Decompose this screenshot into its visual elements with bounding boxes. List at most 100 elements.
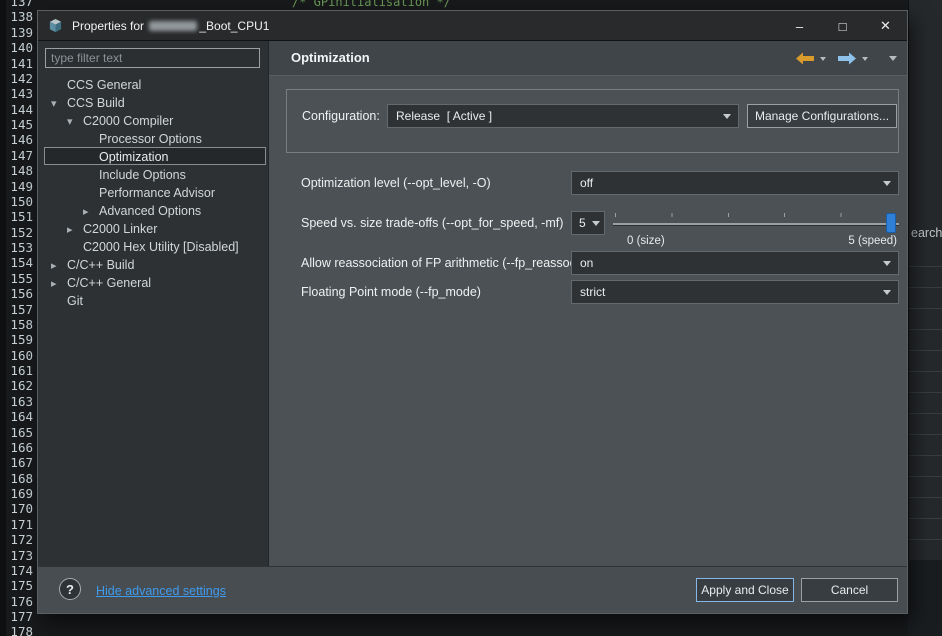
filter-input[interactable] xyxy=(45,48,260,68)
line-number: 174 xyxy=(10,562,33,578)
chevron-down-icon xyxy=(883,290,891,295)
screen: 137 138 139 140 141 142 143 144 145 146 147 148 149 1… xyxy=(0,0,942,636)
fp-mode-label: Floating Point mode (--fp_mode) xyxy=(301,285,481,299)
line-number: 177 xyxy=(10,609,33,624)
speed-size-row: Speed vs. size trade-offs (--opt_for_spe… xyxy=(269,211,907,235)
line-number: 142 xyxy=(10,70,33,86)
properties-tree: CCS General ▾ CCS Build ▾ C2000 Compiler Proc… xyxy=(44,75,266,309)
slider-ticks xyxy=(615,213,897,217)
tree-item-label: C2000 Compiler xyxy=(83,114,174,128)
tree-item-c2000-hex-utility-disabled[interactable]: C2000 Hex Utility [Disabled] xyxy=(44,237,266,255)
apply-and-close-button[interactable]: Apply and Close xyxy=(696,578,794,602)
background-right-rows xyxy=(909,246,942,558)
collapsed-arrow-icon[interactable]: ▸ xyxy=(83,203,99,221)
tree-item-ccs-build[interactable]: ▾ CCS Build xyxy=(44,93,266,111)
tree-item-label: Include Options xyxy=(99,168,186,182)
fp-reassoc-label: Allow reassociation of FP arithmetic (--… xyxy=(301,256,581,270)
line-number: 160 xyxy=(10,347,33,363)
window-controls: – □ ✕ xyxy=(778,11,907,41)
line-number: 138 xyxy=(10,9,33,25)
help-button[interactable]: ? xyxy=(59,578,81,600)
optimization-level-select[interactable]: off xyxy=(571,171,899,195)
dialog-title: Properties for _Boot_CPU1 xyxy=(72,18,270,33)
line-number: 140 xyxy=(10,40,33,56)
speed-size-select[interactable]: 5 xyxy=(571,211,605,235)
back-history-dropdown-icon[interactable] xyxy=(820,56,826,61)
line-number: 178 xyxy=(10,624,33,636)
tree-item-c2000-compiler[interactable]: ▾ C2000 Compiler xyxy=(44,111,266,129)
slider-scale-labels: 0 (size) 5 (speed) xyxy=(613,235,897,249)
forward-history-dropdown-icon[interactable] xyxy=(862,56,868,61)
line-number: 156 xyxy=(10,286,33,302)
line-number: 155 xyxy=(10,270,33,286)
tree-item-optimization[interactable]: Optimization xyxy=(44,147,266,165)
slider-handle[interactable] xyxy=(886,213,896,233)
line-number: 168 xyxy=(10,470,33,486)
forward-button[interactable] xyxy=(837,52,857,65)
manage-configurations-button[interactable]: Manage Configurations... xyxy=(747,104,897,128)
fp-reassoc-value: on xyxy=(580,256,594,270)
tree-item-processor-options[interactable]: Processor Options xyxy=(44,129,266,147)
fp-reassoc-select[interactable]: on xyxy=(571,251,899,275)
tree-item-c2000-linker[interactable]: ▸ C2000 Linker xyxy=(44,219,266,237)
line-number: 153 xyxy=(10,240,33,255)
chevron-down-icon xyxy=(883,181,891,186)
tree-item-advanced-options[interactable]: ▸ Advanced Options xyxy=(44,201,266,219)
fp-mode-value: strict xyxy=(580,285,606,299)
close-button[interactable]: ✕ xyxy=(864,11,907,41)
line-number: 173 xyxy=(10,547,33,563)
configuration-select[interactable]: Release [ Active ] xyxy=(387,104,739,128)
tree-item-c-c-general[interactable]: ▸ C/C++ General xyxy=(44,273,266,291)
slider-track xyxy=(613,223,899,225)
collapsed-arrow-icon[interactable]: ▸ xyxy=(51,275,67,293)
tree-item-label: Git xyxy=(67,294,83,308)
collapsed-arrow-icon[interactable]: ▸ xyxy=(51,257,67,275)
tree-item-ccs-general[interactable]: CCS General xyxy=(44,75,266,93)
tree-item-label: Advanced Options xyxy=(99,204,202,218)
line-number: 167 xyxy=(10,455,33,471)
line-number: 143 xyxy=(10,86,33,102)
page-title: Optimization xyxy=(291,50,370,65)
header-nav xyxy=(795,41,897,76)
tree-panel: CCS General▾CCS Build▾C2000 CompilerProc… xyxy=(38,41,269,566)
configuration-group: Configuration: Release [ Active ] Manage… xyxy=(286,89,899,153)
tree-item-label: CCS Build xyxy=(67,96,125,110)
expanded-arrow-icon[interactable]: ▾ xyxy=(67,113,83,131)
speed-size-slider[interactable] xyxy=(613,211,899,235)
expanded-arrow-icon[interactable]: ▾ xyxy=(51,95,67,113)
minimize-button[interactable]: – xyxy=(778,11,821,41)
configuration-label: Configuration: xyxy=(302,109,380,123)
back-button[interactable] xyxy=(795,52,815,65)
tree-item-c-c-build[interactable]: ▸ C/C++ Build xyxy=(44,255,266,273)
line-number: 165 xyxy=(10,424,33,440)
hide-advanced-settings-link[interactable]: Hide advanced settings xyxy=(96,567,226,614)
tree-item-include-options[interactable]: Include Options xyxy=(44,165,266,183)
tree-item-performance-advisor[interactable]: Performance Advisor xyxy=(44,183,266,201)
line-number: 170 xyxy=(10,501,33,517)
tree-item-label: Processor Options xyxy=(99,132,202,146)
tree-item-label: CCS General xyxy=(67,78,142,92)
collapsed-arrow-icon[interactable]: ▸ xyxy=(67,221,83,239)
background-right-bottom xyxy=(908,560,942,636)
tree-item-label: Optimization xyxy=(99,150,169,164)
maximize-button[interactable]: □ xyxy=(821,11,864,41)
line-number: 139 xyxy=(10,24,33,40)
tree-item-git[interactable]: Git xyxy=(44,291,266,309)
line-number: 152 xyxy=(10,224,33,240)
background-search-label: earch xyxy=(911,226,942,240)
cancel-button[interactable]: Cancel xyxy=(801,578,898,602)
line-number: 171 xyxy=(10,516,33,532)
fp-reassoc-row: Allow reassociation of FP arithmetic (--… xyxy=(269,251,907,275)
line-number: 175 xyxy=(10,578,33,594)
speed-size-label: Speed vs. size trade-offs (--opt_for_spe… xyxy=(301,216,564,230)
view-menu-icon[interactable] xyxy=(889,56,897,61)
optimization-level-row: Optimization level (--opt_level, -O) off xyxy=(269,171,907,195)
line-number: 162 xyxy=(10,378,33,394)
line-number: 176 xyxy=(10,593,33,609)
fp-mode-select[interactable]: strict xyxy=(571,280,899,304)
tree-item-label: C2000 Linker xyxy=(83,222,158,236)
dialog-titlebar[interactable]: Properties for _Boot_CPU1 – □ ✕ xyxy=(38,11,907,41)
line-number: 161 xyxy=(10,363,33,378)
dialog-footer: ? Hide advanced settings Apply and Close… xyxy=(38,566,907,613)
slider-min-label: 0 (size) xyxy=(627,235,665,247)
